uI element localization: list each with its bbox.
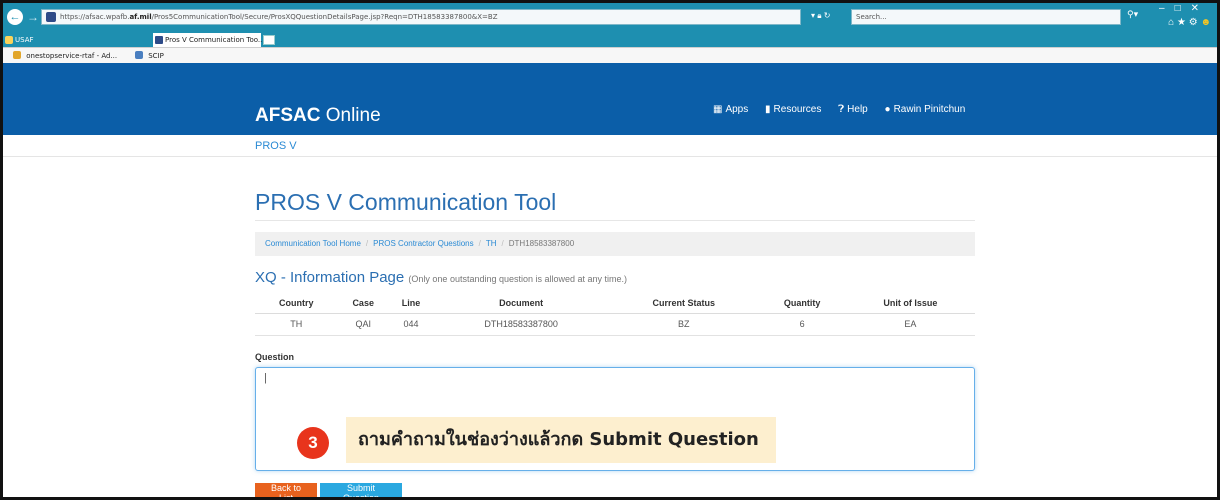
- nav-label: Resources: [773, 104, 822, 115]
- tab-label: USAF: [15, 36, 34, 44]
- breadcrumb-separator: /: [365, 239, 369, 248]
- submit-question-button[interactable]: Submit Question: [320, 483, 402, 497]
- tab-usaf[interactable]: USAF: [3, 33, 151, 47]
- subnav-pros-v[interactable]: PROS V: [255, 140, 297, 152]
- site-favicon-icon: [46, 12, 56, 22]
- browser-chrome: ← → https://afsac.wpafb.af.mil/Pros5Comm…: [3, 3, 1217, 63]
- info-heading-text: XQ - Information Page: [255, 269, 405, 286]
- breadcrumb-home[interactable]: Communication Tool Home: [265, 239, 361, 248]
- address-bar[interactable]: https://afsac.wpafb.af.mil/Pros5Communic…: [41, 9, 801, 25]
- back-to-list-button[interactable]: Back to List: [255, 483, 317, 497]
- address-tools: ▾ 🔒︎ ↻: [811, 11, 830, 21]
- favorites-bar: onestopservice-rtaf - Ad... SCIP: [3, 47, 1217, 63]
- nav-help[interactable]: ❓︎ Help: [838, 104, 868, 115]
- favorite-scip[interactable]: SCIP: [135, 48, 164, 64]
- table-cell: 044: [388, 313, 434, 336]
- tab-label: Pros V Communication Too...: [165, 36, 265, 44]
- column-header: Quantity: [758, 293, 846, 314]
- favorites-star-icon[interactable]: ★: [1177, 17, 1186, 28]
- info-note: (Only one outstanding question is allowe…: [408, 274, 628, 284]
- table-cell: BZ: [609, 313, 759, 336]
- favorite-onestopservice[interactable]: onestopservice-rtaf - Ad...: [13, 48, 117, 64]
- settings-gear-icon[interactable]: ⚙: [1189, 17, 1198, 28]
- search-icon[interactable]: ⚲▾: [1127, 9, 1138, 20]
- column-header: Country: [255, 293, 338, 314]
- nav-resources[interactable]: ▮ Resources: [765, 104, 821, 115]
- table-cell: EA: [845, 313, 975, 336]
- user-icon: ●: [884, 104, 891, 115]
- nav-user[interactable]: ● Rawin Pinitchun: [885, 104, 966, 115]
- window-controls: –□✕: [1159, 3, 1209, 14]
- home-icon[interactable]: ⌂: [1168, 17, 1174, 28]
- site-nav-links: ▦ Apps ▮ Resources ❓︎ Help ● Rawin Pinitchun: [713, 104, 979, 115]
- page-title: PROS V Communication Tool: [255, 189, 557, 215]
- info-heading: XQ - Information Page (Only one outstand…: [255, 269, 627, 286]
- brand-bold: AFSAC: [255, 105, 321, 126]
- column-header: Unit of Issue: [845, 293, 975, 314]
- tab-favicon-icon: [155, 36, 163, 44]
- column-header: Line: [388, 293, 434, 314]
- table-cell: TH: [255, 313, 338, 336]
- table-cell: 6: [758, 313, 846, 336]
- smiley-feedback-icon[interactable]: ☻: [1200, 17, 1211, 28]
- minimize-icon[interactable]: –: [1159, 3, 1175, 14]
- dropdown-icon[interactable]: ▾: [811, 11, 815, 20]
- nav-apps[interactable]: ▦ Apps: [713, 104, 748, 115]
- tab-row: USAF Pros V Communication Too... ×: [3, 33, 1217, 47]
- breadcrumb-contractor-questions[interactable]: PROS Contractor Questions: [373, 239, 473, 248]
- table-header-row: Country Case Line Document Current Statu…: [255, 293, 975, 314]
- breadcrumb-separator: /: [501, 239, 504, 248]
- site-navbar: [3, 87, 1217, 135]
- site-brand[interactable]: AFSAC Online: [255, 105, 381, 127]
- column-header: Current Status: [609, 293, 759, 314]
- favorite-label: onestopservice-rtaf - Ad...: [26, 52, 118, 60]
- table-cell: QAI: [337, 313, 389, 336]
- new-tab-button[interactable]: [263, 35, 275, 45]
- nav-label: Rawin Pinitchun: [893, 104, 966, 115]
- step-number-badge: 3: [297, 427, 329, 459]
- favorite-page-icon: [135, 51, 143, 59]
- question-label: Question: [255, 352, 295, 362]
- address-row: ← → https://afsac.wpafb.af.mil/Pros5Comm…: [3, 3, 1217, 33]
- site-navbar-top: [3, 63, 1217, 87]
- question-circle-icon: ❓︎: [838, 104, 845, 115]
- instruction-callout: ถามคำถามในช่องว่างแล้วกด Submit Question: [346, 417, 776, 463]
- url-prefix: https://afsac.wpafb.: [60, 13, 130, 21]
- title-divider: [255, 220, 975, 221]
- screenshot-frame: ← → https://afsac.wpafb.af.mil/Pros5Comm…: [0, 0, 1220, 500]
- nav-label: Apps: [725, 104, 749, 115]
- info-table: Country Case Line Document Current Statu…: [255, 293, 975, 336]
- maximize-icon[interactable]: □: [1175, 3, 1191, 14]
- browser-search-input[interactable]: Search...: [851, 9, 1121, 25]
- url-path: /Pros5CommunicationTool/Secure/ProsXQQue…: [151, 13, 498, 21]
- refresh-icon[interactable]: ↻: [824, 11, 831, 20]
- column-header: Case: [337, 293, 389, 314]
- column-header: Document: [433, 293, 610, 314]
- breadcrumb-separator: /: [478, 239, 481, 248]
- close-window-icon[interactable]: ✕: [1191, 3, 1209, 14]
- bookmark-icon: ▮: [765, 104, 771, 115]
- favorite-folder-icon: [13, 51, 21, 59]
- lock-icon[interactable]: 🔒︎: [817, 11, 821, 20]
- breadcrumb-country[interactable]: TH: [486, 239, 497, 248]
- toolbar-icons: ⌂ ★ ⚙ ☻: [1168, 17, 1211, 28]
- back-arrow-icon[interactable]: ←: [7, 9, 23, 25]
- tab-favicon-icon: [5, 36, 13, 44]
- breadcrumb-current: DTH18583387800: [508, 239, 575, 248]
- brand-rest: Online: [320, 105, 381, 126]
- tab-pros-v[interactable]: Pros V Communication Too... ×: [153, 33, 275, 47]
- subnav: PROS V: [3, 135, 1217, 157]
- table-row: TH QAI 044 DTH18583387800 BZ 6 EA: [255, 313, 975, 336]
- forward-arrow-icon[interactable]: →: [25, 9, 41, 25]
- nav-label: Help: [847, 104, 868, 115]
- breadcrumb: Communication Tool Home / PROS Contractor …: [255, 232, 975, 256]
- grid-icon: ▦: [713, 104, 723, 115]
- table-cell: DTH18583387800: [433, 313, 610, 336]
- url-domain: af.mil: [129, 13, 152, 21]
- favorite-label: SCIP: [148, 52, 164, 60]
